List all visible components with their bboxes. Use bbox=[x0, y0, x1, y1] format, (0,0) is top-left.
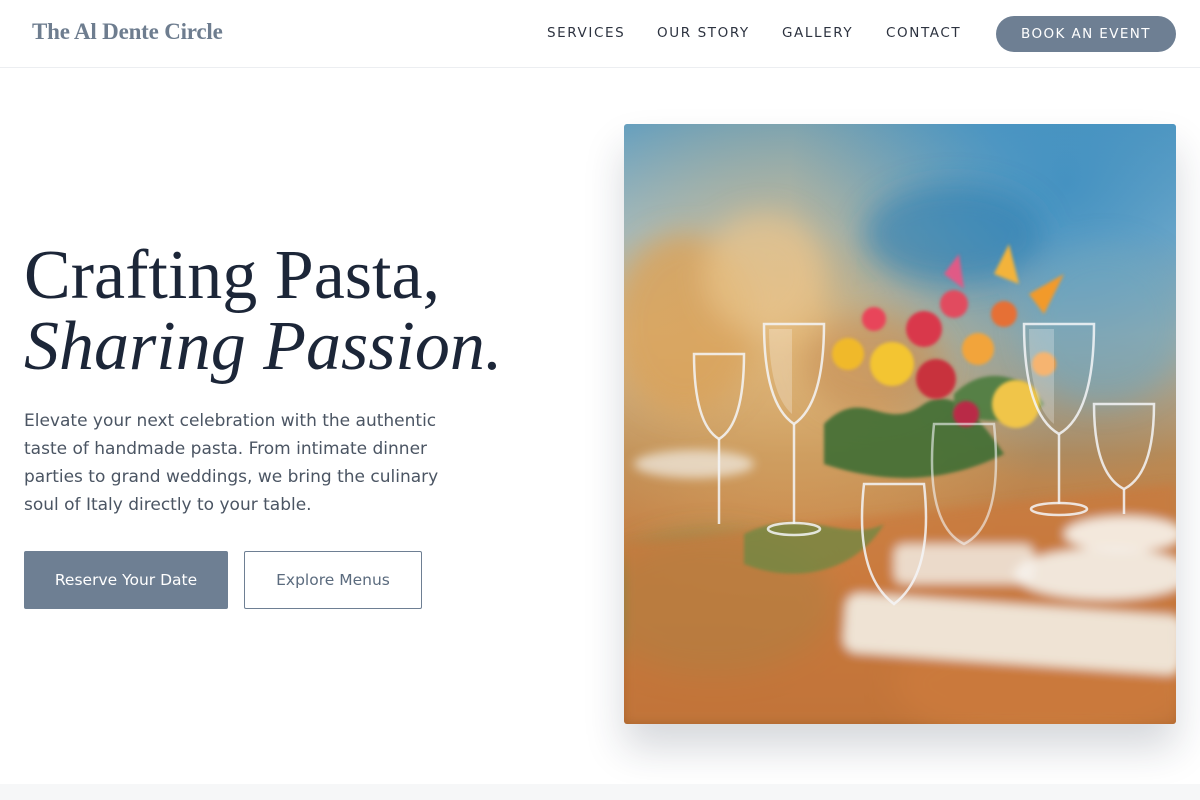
nav-link-our-story[interactable]: OUR STORY bbox=[657, 25, 750, 41]
hero-title: Crafting Pasta, Sharing Passion. bbox=[24, 240, 584, 382]
site-header: The Al Dente Circle SERVICES OUR STORY G… bbox=[0, 0, 1200, 68]
book-event-button[interactable]: BOOK AN EVENT bbox=[996, 16, 1176, 52]
next-section-edge bbox=[0, 784, 1200, 800]
hero-title-line1: Crafting Pasta, bbox=[24, 237, 441, 314]
nav-link-gallery[interactable]: GALLERY bbox=[782, 25, 853, 41]
reserve-date-button[interactable]: Reserve Your Date bbox=[24, 551, 228, 609]
nav-link-services[interactable]: SERVICES bbox=[547, 25, 625, 41]
hero-title-line2: Sharing Passion. bbox=[24, 308, 503, 385]
hero-banquet-image bbox=[624, 124, 1176, 724]
brand-logo[interactable]: The Al Dente Circle bbox=[32, 19, 223, 45]
nav-link-contact[interactable]: CONTACT bbox=[886, 25, 961, 41]
hero-description: Elevate your next celebration with the a… bbox=[24, 411, 439, 515]
explore-menus-button[interactable]: Explore Menus bbox=[244, 551, 422, 609]
